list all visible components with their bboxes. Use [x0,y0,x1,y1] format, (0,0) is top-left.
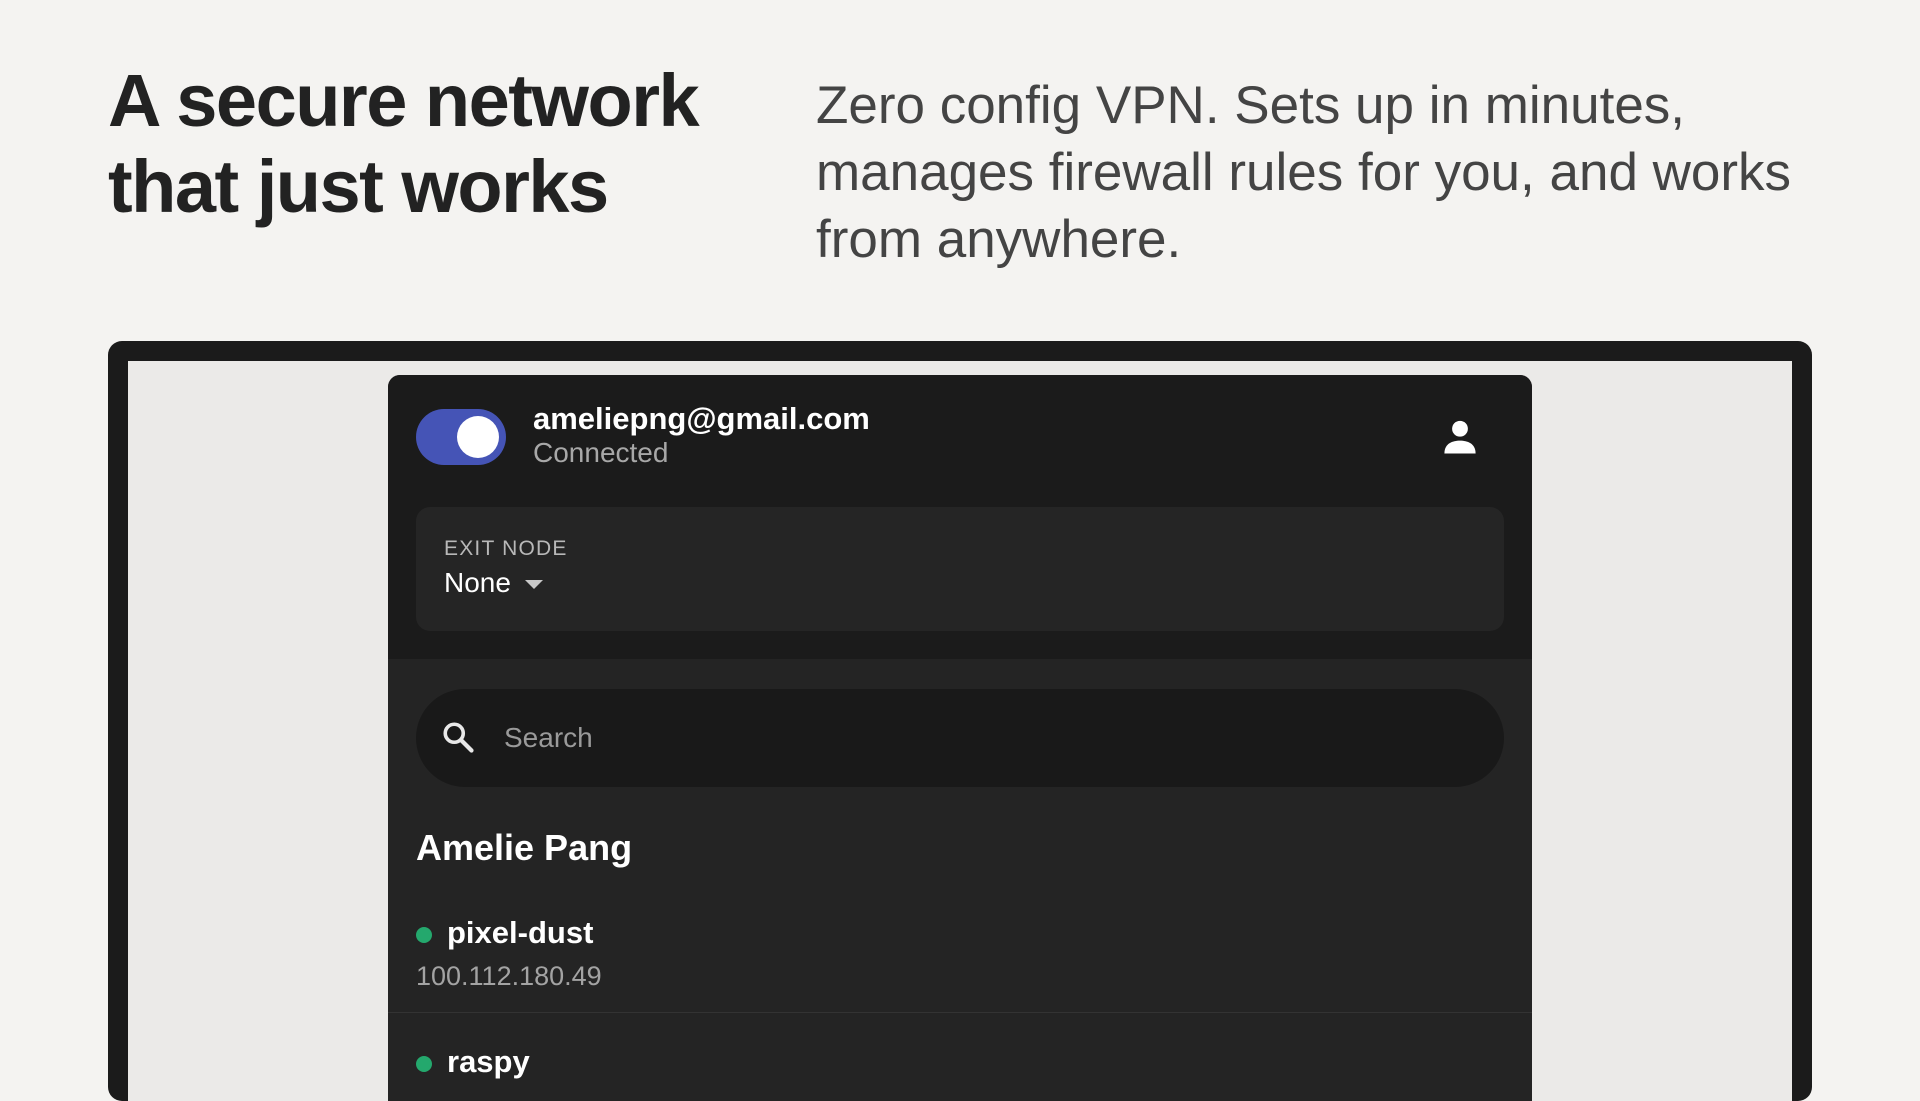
app-header: ameliepng@gmail.com Connected EXIT NODE … [388,375,1532,659]
caret-down-icon [524,580,543,590]
person-icon [1444,420,1476,454]
device-row-pixel-dust[interactable]: pixel-dust 100.112.180.49 [388,887,1532,1013]
device-screen: ameliepng@gmail.com Connected EXIT NODE … [128,361,1792,1101]
device-row-raspy[interactable]: raspy [388,1014,1532,1101]
exit-node-value-text: None [444,567,511,598]
device-owner-heading: Amelie Pang [416,827,633,868]
search-icon [443,722,474,753]
exit-node-label: EXIT NODE [444,537,568,560]
device-frame: ameliepng@gmail.com Connected EXIT NODE … [108,341,1812,1101]
hero-title: A secure network that just works [108,59,700,228]
hero-description: Zero config VPN. Sets up in minutes, man… [816,76,1792,269]
profile-button[interactable] [1438,415,1482,459]
toggle-knob [457,416,499,458]
device-name: raspy [447,1044,530,1079]
connection-toggle[interactable] [416,409,506,465]
vpn-app-panel: ameliepng@gmail.com Connected EXIT NODE … [388,375,1532,1101]
connection-status: Connected [533,437,669,468]
device-name: pixel-dust [447,915,594,950]
online-status-dot [416,1056,432,1072]
exit-node-value: None [444,567,543,599]
search-bar [416,689,1504,787]
account-email: ameliepng@gmail.com [533,401,870,436]
search-input[interactable] [504,715,1464,761]
device-ip: 100.112.180.49 [416,961,602,991]
exit-node-selector[interactable]: EXIT NODE None [416,507,1504,631]
online-status-dot [416,927,432,943]
